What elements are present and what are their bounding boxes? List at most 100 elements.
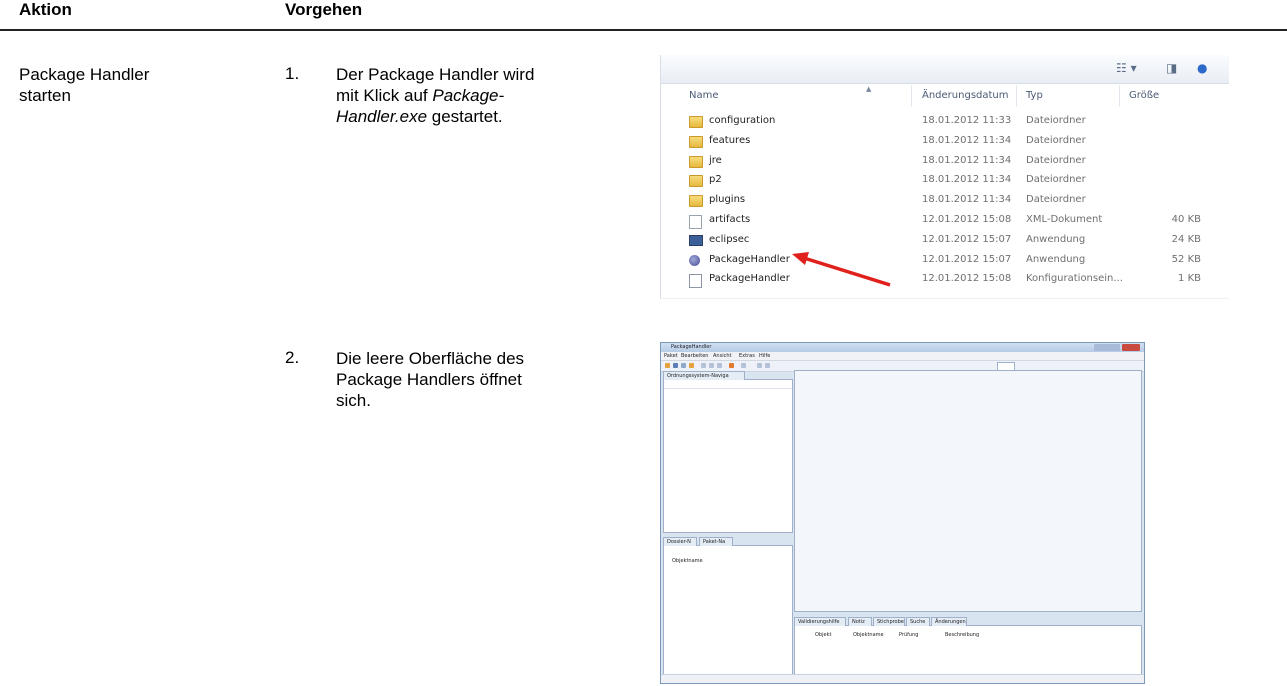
column-objektname: Objektname [853, 632, 884, 638]
application-icon [689, 234, 703, 246]
step-number: 1. [285, 64, 300, 83]
file-date: 18.01.2012 11:34 [922, 134, 1012, 146]
toolbar-icon[interactable] [665, 363, 670, 368]
toolbar-icon[interactable] [765, 363, 770, 368]
tab-paket[interactable]: Paket-Na [699, 537, 733, 546]
file-size: 52 KB [1171, 253, 1201, 265]
toolbar-icon[interactable] [741, 363, 746, 368]
file-row[interactable]: jre 18.01.2012 11:34 Dateiordner [661, 154, 1229, 170]
file-type: Dateiordner [1026, 194, 1086, 206]
folder-icon [689, 155, 703, 168]
file-row[interactable]: p2 18.01.2012 11:34 Dateiordner [661, 173, 1229, 189]
column-name[interactable]: Name [689, 90, 719, 101]
file-type: Dateiordner [1026, 154, 1086, 166]
column-date[interactable]: Änderungsdatum [922, 90, 1009, 101]
step-text-line: Handler.exe gestartet. [336, 106, 534, 127]
header-divider [0, 29, 1287, 31]
navigator-toolbar [664, 380, 792, 389]
explorer-screenshot: ☷ ▾ ◨ ● ▲ Name Änderungsdatum Typ Größe … [660, 55, 1229, 299]
file-type: Anwendung [1026, 233, 1086, 245]
file-name: eclipsec [709, 233, 750, 245]
file-row[interactable]: plugins 18.01.2012 11:34 Dateiordner [661, 193, 1229, 209]
help-icon[interactable]: ● [1197, 61, 1207, 75]
folder-icon [689, 195, 703, 208]
file-row[interactable]: configuration 18.01.2012 11:33 Dateiordner [661, 114, 1229, 130]
tab-aenderungen[interactable]: Änderungen [931, 617, 967, 626]
column-separator [1119, 85, 1120, 107]
tab-notiz[interactable]: Notiz [848, 617, 872, 626]
file-date: 12.01.2012 15:08 [922, 214, 1012, 225]
column-type[interactable]: Typ [1026, 90, 1043, 101]
window-titlebar: PackageHandler [661, 343, 1144, 352]
dossier-pane: Dossier-N Paket-Na Objektname [663, 537, 793, 675]
file-date: 18.01.2012 11:34 [922, 194, 1012, 206]
file-name: PackageHandler [709, 273, 790, 285]
tab-dossier[interactable]: Dossier-N [663, 537, 697, 546]
action-line: Package Handler [19, 65, 150, 84]
minimize-maximize-icon[interactable] [1094, 344, 1120, 351]
explorer-toolbar: ☷ ▾ ◨ ● [661, 55, 1229, 84]
tab-suche[interactable]: Suche [906, 617, 930, 626]
step-text-plain: gestartet. [427, 107, 503, 126]
sort-caret-icon: ▲ [866, 85, 872, 93]
toolbar-icon[interactable] [709, 363, 714, 368]
step-2-text: Die leere Oberfläche des Package Handler… [336, 348, 524, 411]
file-type: XML-Dokument [1026, 214, 1103, 225]
file-row[interactable]: eclipsec 12.01.2012 15:07 Anwendung 24 KB [661, 233, 1229, 249]
toolbar-icon[interactable] [757, 363, 762, 368]
column-size[interactable]: Größe [1129, 90, 1159, 101]
objektname-header: Objektname [672, 558, 703, 564]
column-header-procedure: Vorgehen [285, 0, 363, 19]
packagehandler-app-icon [689, 254, 700, 266]
menu-item[interactable]: Extras [739, 353, 755, 359]
step-number: 2. [285, 348, 300, 367]
toolbar-icon[interactable] [681, 363, 686, 368]
file-date: 12.01.2012 15:08 [922, 273, 1012, 285]
status-bar [661, 674, 1144, 683]
toolbar-icon[interactable] [717, 363, 722, 368]
window-title: PackageHandler [671, 344, 712, 350]
menu-bar: Paket Bearbeiten Ansicht Extras Hilfe [661, 352, 1144, 361]
file-name: configuration [709, 115, 776, 126]
file-size: 40 KB [1171, 214, 1201, 225]
file-row[interactable]: PackageHandler 12.01.2012 15:08 Konfigurat… [661, 272, 1229, 289]
column-header-action: Aktion [19, 0, 72, 19]
file-date: 12.01.2012 15:07 [922, 253, 1012, 265]
file-date: 18.01.2012 11:34 [922, 154, 1012, 166]
file-date: 18.01.2012 11:33 [922, 115, 1012, 126]
view-menu-icon[interactable]: ☷ ▾ [1116, 61, 1137, 75]
tab-validierungshilfe[interactable]: Validierungshilfe [794, 617, 846, 626]
menu-item[interactable]: Ansicht [713, 353, 731, 359]
xml-file-icon [689, 215, 702, 229]
column-objekt: Objekt [815, 632, 832, 638]
tab-navigator[interactable]: Ordnungssystem-Naviga [663, 371, 745, 380]
menu-item[interactable]: Hilfe [759, 353, 770, 359]
toolbar-icon[interactable] [689, 363, 694, 368]
menu-item[interactable]: Paket [664, 353, 678, 359]
column-pruefung: Prüfung [899, 632, 919, 638]
step-text-italic: Handler.exe [336, 107, 428, 126]
folder-icon [689, 135, 703, 148]
file-size: 24 KB [1171, 233, 1201, 245]
validation-pane: Validierungshilfe Notiz Stichprobe Suche… [794, 617, 1142, 675]
close-icon[interactable] [1122, 344, 1140, 351]
toolbar-icon[interactable] [729, 363, 734, 368]
step-text-line: mit Klick auf Package- [336, 85, 534, 106]
navigator-pane: Ordnungssystem-Naviga [663, 371, 793, 533]
editor-area [794, 370, 1142, 612]
toolbar-icon[interactable] [701, 363, 706, 368]
file-size: 1 KB [1178, 273, 1201, 285]
file-type: Konfigurationsein... [1026, 273, 1123, 285]
toolbar-icon[interactable] [673, 363, 678, 368]
preview-pane-icon[interactable]: ◨ [1166, 61, 1177, 75]
file-row[interactable]: PackageHandler 12.01.2012 15:07 Anwendung 5… [661, 253, 1229, 269]
file-row[interactable]: artifacts 12.01.2012 15:08 XML-Dokument 40 … [661, 213, 1229, 229]
file-name: jre [709, 154, 722, 166]
action-cell: Package Handler starten [19, 64, 149, 106]
file-name: artifacts [709, 214, 751, 225]
tab-stichprobe[interactable]: Stichprobe [873, 617, 905, 626]
menu-item[interactable]: Bearbeiten [681, 353, 708, 359]
file-row[interactable]: features 18.01.2012 11:34 Dateiordner [661, 134, 1229, 150]
step-text-line: Die leere Oberfläche des [336, 349, 525, 368]
file-name: PackageHandler [709, 253, 790, 265]
